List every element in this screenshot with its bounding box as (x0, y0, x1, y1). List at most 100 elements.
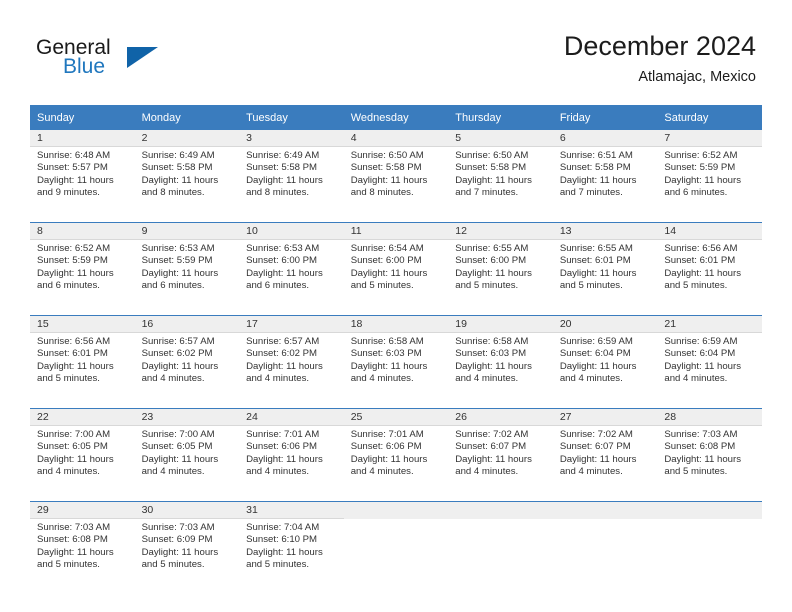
sunrise-text: Sunrise: 6:56 AM (664, 243, 738, 254)
calendar-day-cell[interactable]: 21 Sunrise: 6:59 AM Sunset: 6:04 PM Dayligh… (657, 315, 762, 399)
day-details: Sunrise: 7:01 AM Sunset: 6:06 PM Daylight:… (344, 426, 449, 479)
calendar-day-cell[interactable]: 18 Sunrise: 6:58 AM Sunset: 6:03 PM Dayligh… (343, 315, 449, 399)
daylight-text-line2: and 4 minutes. (246, 466, 310, 478)
weekday-header-wednesday: Wednesday (343, 105, 449, 130)
day-number: 26 (448, 409, 553, 426)
calendar-day-cell[interactable]: 10 Sunrise: 6:53 AM Sunset: 6:00 PM Dayligh… (239, 222, 344, 306)
sunrise-text: Sunrise: 6:52 AM (37, 243, 111, 254)
daylight-text-line2: and 5 minutes. (37, 559, 100, 571)
daylight-text-line1: Daylight: 11 hours (141, 546, 219, 558)
sunrise-text: Sunrise: 6:51 AM (559, 150, 633, 161)
daylight-text-line2: and 4 minutes. (455, 373, 519, 385)
calendar-day-cell[interactable]: 9 Sunrise: 6:53 AM Sunset: 5:59 PM Daylight… (134, 222, 240, 306)
day-number (343, 502, 449, 519)
day-number: 24 (239, 409, 344, 426)
calendar-day-cell[interactable]: 20 Sunrise: 6:59 AM Sunset: 6:04 PM Dayligh… (552, 315, 658, 399)
day-number: 13 (552, 223, 658, 240)
calendar-day-cell[interactable]: 4 Sunrise: 6:50 AM Sunset: 5:58 PM Daylight… (343, 130, 449, 213)
day-number: 17 (239, 316, 344, 333)
day-details: Sunrise: 6:58 AM Sunset: 6:03 PM Daylight:… (448, 333, 553, 386)
weekday-header-thursday: Thursday (448, 105, 553, 130)
sunset-text: Sunset: 5:58 PM (246, 162, 318, 174)
calendar-day-cell[interactable]: 26 Sunrise: 7:02 AM Sunset: 6:07 PM Dayligh… (448, 408, 553, 492)
calendar-day-cell[interactable]: 1 Sunrise: 6:48 AM Sunset: 5:57 PM Daylight… (30, 130, 135, 213)
calendar-day-cell[interactable]: 14 Sunrise: 6:56 AM Sunset: 6:01 PM Dayligh… (657, 222, 762, 306)
sunset-text: Sunset: 6:05 PM (37, 441, 108, 453)
sunrise-text: Sunrise: 7:03 AM (141, 522, 215, 533)
location-subtitle: Atlamajac, Mexico (638, 69, 756, 85)
daylight-text-line2: and 6 minutes. (37, 280, 100, 292)
daylight-text-line1: Daylight: 11 hours (350, 360, 428, 372)
day-number: 18 (343, 316, 449, 333)
calendar-day-cell[interactable]: 5 Sunrise: 6:50 AM Sunset: 5:58 PM Daylight… (448, 130, 553, 213)
calendar-day-cell[interactable]: 3 Sunrise: 6:49 AM Sunset: 5:58 PM Daylight… (239, 130, 344, 213)
calendar-cell-empty (552, 501, 658, 585)
day-number: 22 (30, 409, 135, 426)
day-number: 14 (657, 223, 762, 240)
daylight-text-line1: Daylight: 11 hours (455, 267, 532, 279)
sunrise-text: Sunrise: 6:52 AM (664, 150, 738, 161)
calendar-day-cell[interactable]: 8 Sunrise: 6:52 AM Sunset: 5:59 PM Daylight… (30, 222, 135, 306)
daylight-text-line1: Daylight: 11 hours (246, 267, 323, 279)
weekday-header-tuesday: Tuesday (239, 105, 344, 130)
daylight-text-line2: and 7 minutes. (455, 187, 519, 199)
calendar-day-cell[interactable]: 31 Sunrise: 7:04 AM Sunset: 6:10 PM Dayligh… (239, 501, 344, 585)
calendar-day-cell[interactable]: 11 Sunrise: 6:54 AM Sunset: 6:00 PM Dayligh… (343, 222, 449, 306)
day-number: 2 (134, 130, 240, 147)
daylight-text-line1: Daylight: 11 hours (246, 360, 323, 372)
sunrise-text: Sunrise: 7:01 AM (350, 429, 424, 440)
calendar-day-cell[interactable]: 12 Sunrise: 6:55 AM Sunset: 6:00 PM Dayligh… (448, 222, 553, 306)
calendar-cell-empty (448, 501, 553, 585)
sunrise-text: Sunrise: 6:55 AM (559, 243, 633, 254)
calendar-day-cell[interactable]: 7 Sunrise: 6:52 AM Sunset: 5:59 PM Daylight… (657, 130, 762, 213)
calendar-day-cell[interactable]: 2 Sunrise: 6:49 AM Sunset: 5:58 PM Daylight… (134, 130, 240, 213)
day-number: 21 (657, 316, 762, 333)
daylight-text-line1: Daylight: 11 hours (350, 174, 428, 186)
calendar-day-cell[interactable]: 22 Sunrise: 7:00 AM Sunset: 6:05 PM Dayligh… (30, 408, 135, 492)
sunrise-text: Sunrise: 7:02 AM (559, 429, 633, 440)
day-number: 16 (134, 316, 240, 333)
sunset-text: Sunset: 6:03 PM (350, 348, 422, 360)
sunset-text: Sunset: 6:00 PM (246, 255, 318, 267)
daylight-text-line2: and 8 minutes. (246, 187, 310, 199)
calendar-day-cell[interactable]: 19 Sunrise: 6:58 AM Sunset: 6:03 PM Dayligh… (448, 315, 553, 399)
daylight-text-line2: and 5 minutes. (664, 280, 728, 292)
daylight-text-line1: Daylight: 11 hours (141, 174, 219, 186)
calendar-day-cell[interactable]: 17 Sunrise: 6:57 AM Sunset: 6:02 PM Dayligh… (239, 315, 344, 399)
daylight-text-line2: and 4 minutes. (559, 466, 623, 478)
sunrise-text: Sunrise: 6:59 AM (664, 336, 738, 347)
daylight-text-line1: Daylight: 11 hours (37, 453, 114, 465)
calendar-day-cell[interactable]: 30 Sunrise: 7:03 AM Sunset: 6:09 PM Dayligh… (134, 501, 240, 585)
calendar-day-cell[interactable]: 16 Sunrise: 6:57 AM Sunset: 6:02 PM Dayligh… (134, 315, 240, 399)
brand-logo[interactable]: General Blue (36, 36, 216, 86)
day-details: Sunrise: 6:54 AM Sunset: 6:00 PM Daylight:… (344, 240, 449, 293)
calendar-day-cell[interactable]: 29 Sunrise: 7:03 AM Sunset: 6:08 PM Dayligh… (30, 501, 135, 585)
daylight-text-line1: Daylight: 11 hours (559, 267, 637, 279)
week-spacer-cell (30, 399, 762, 409)
calendar-day-cell[interactable]: 28 Sunrise: 7:03 AM Sunset: 6:08 PM Dayligh… (657, 408, 762, 492)
day-number: 3 (239, 130, 344, 147)
calendar-day-cell[interactable]: 27 Sunrise: 7:02 AM Sunset: 6:07 PM Dayligh… (552, 408, 658, 492)
sunset-text: Sunset: 6:01 PM (664, 255, 736, 267)
calendar-day-cell[interactable]: 24 Sunrise: 7:01 AM Sunset: 6:06 PM Dayligh… (239, 408, 344, 492)
day-details: Sunrise: 6:57 AM Sunset: 6:02 PM Daylight:… (239, 333, 344, 386)
daylight-text-line1: Daylight: 11 hours (37, 546, 114, 558)
day-number: 19 (448, 316, 553, 333)
calendar-day-cell[interactable]: 23 Sunrise: 7:00 AM Sunset: 6:05 PM Dayligh… (134, 408, 240, 492)
calendar-day-cell[interactable]: 6 Sunrise: 6:51 AM Sunset: 5:58 PM Daylight… (552, 130, 658, 213)
day-number: 12 (448, 223, 553, 240)
calendar-day-cell[interactable]: 13 Sunrise: 6:55 AM Sunset: 6:01 PM Dayligh… (552, 222, 658, 306)
day-details: Sunrise: 6:58 AM Sunset: 6:03 PM Daylight:… (344, 333, 449, 386)
day-number: 15 (30, 316, 135, 333)
calendar-day-cell[interactable]: 15 Sunrise: 6:56 AM Sunset: 6:01 PM Dayligh… (30, 315, 135, 399)
week-spacer-cell (30, 213, 762, 223)
daylight-text-line1: Daylight: 11 hours (141, 453, 219, 465)
calendar-day-cell[interactable]: 25 Sunrise: 7:01 AM Sunset: 6:06 PM Dayligh… (343, 408, 449, 492)
daylight-text-line2: and 5 minutes. (37, 373, 100, 385)
week-spacer (30, 399, 762, 409)
calendar-header-row: Sunday Monday Tuesday Wednesday Thursday… (30, 105, 762, 130)
daylight-text-line2: and 5 minutes. (350, 280, 414, 292)
sunset-text: Sunset: 6:03 PM (455, 348, 527, 360)
daylight-text-line2: and 5 minutes. (455, 280, 519, 292)
day-details: Sunrise: 6:51 AM Sunset: 5:58 PM Daylight:… (553, 147, 658, 200)
